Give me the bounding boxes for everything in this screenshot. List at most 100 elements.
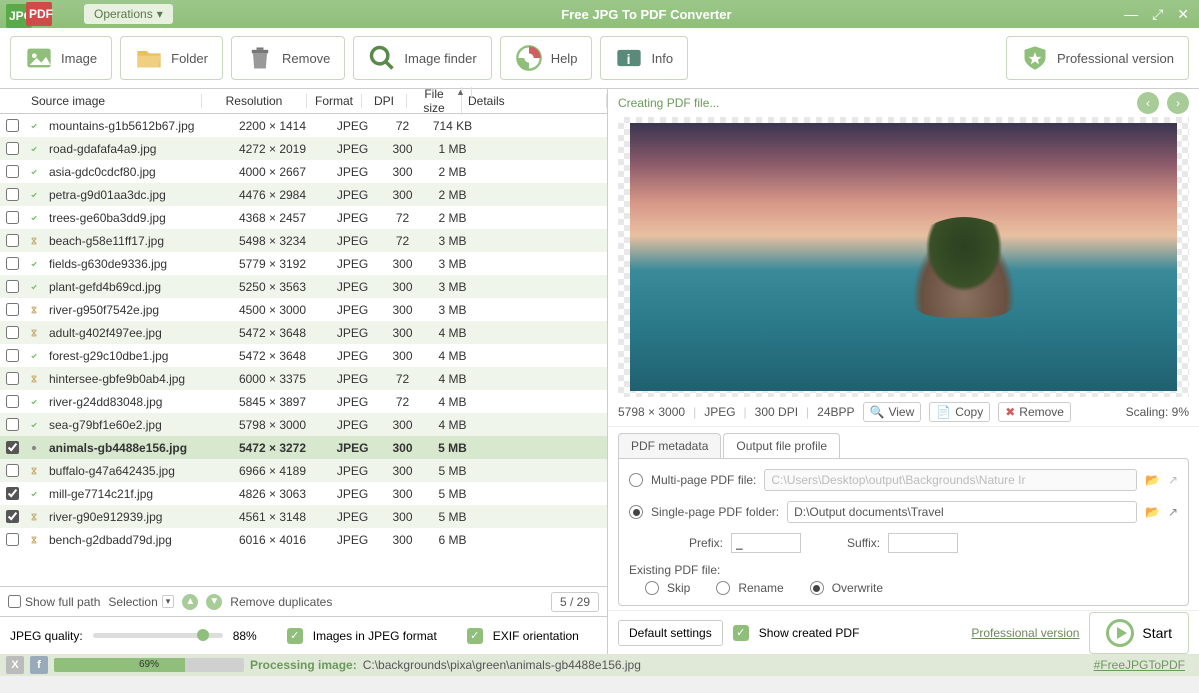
table-row[interactable]: plant-gefd4b69cd.jpg5250 × 3563JPEG3003 …: [0, 275, 607, 298]
row-size: 4 MB: [425, 349, 480, 363]
col-dpi[interactable]: DPI: [362, 94, 407, 108]
browse-multi-icon[interactable]: 📂: [1145, 473, 1160, 487]
facebook-icon[interactable]: f: [30, 656, 48, 674]
page-indicator[interactable]: 5 / 29: [551, 592, 599, 612]
prefix-input[interactable]: [731, 533, 801, 553]
col-resolution[interactable]: Resolution: [202, 94, 307, 108]
table-row[interactable]: river-g90e912939.jpg4561 × 3148JPEG3005 …: [0, 505, 607, 528]
jpeg-format-checkbox[interactable]: ✓: [287, 628, 303, 644]
row-checkbox[interactable]: [6, 234, 19, 247]
col-format[interactable]: Format: [307, 94, 362, 108]
table-row[interactable]: forest-g29c10dbe1.jpg5472 × 3648JPEG3004…: [0, 344, 607, 367]
remove-preview-button[interactable]: ✖Remove: [998, 402, 1071, 422]
single-page-path[interactable]: D:\Output documents\Travel: [787, 501, 1137, 523]
move-down-button[interactable]: ▼: [206, 594, 222, 610]
selection-menu[interactable]: Selection ▾: [108, 595, 174, 609]
suffix-input[interactable]: [888, 533, 958, 553]
row-checkbox[interactable]: [6, 441, 19, 454]
pro-version-link[interactable]: Professional version: [971, 626, 1079, 640]
table-row[interactable]: river-g950f7542e.jpg4500 × 3000JPEG3003 …: [0, 298, 607, 321]
image-finder-button[interactable]: Image finder: [353, 36, 491, 80]
multi-page-radio[interactable]: [629, 473, 643, 487]
row-checkbox[interactable]: [6, 487, 19, 500]
row-format: JPEG: [325, 533, 380, 547]
show-full-path-toggle[interactable]: Show full path: [8, 595, 100, 609]
existing-skip-radio[interactable]: [645, 581, 659, 595]
open-single-icon[interactable]: ↗: [1168, 505, 1178, 519]
view-button[interactable]: 🔍View: [863, 402, 922, 422]
tab-output-profile[interactable]: Output file profile: [723, 433, 840, 458]
row-filename: hintersee-gbfe9b0ab4.jpg: [43, 372, 220, 386]
row-checkbox[interactable]: [6, 349, 19, 362]
row-checkbox[interactable]: [6, 257, 19, 270]
move-up-button[interactable]: ▲: [182, 594, 198, 610]
row-checkbox[interactable]: [6, 303, 19, 316]
table-row[interactable]: adult-g402f497ee.jpg5472 × 3648JPEG3004 …: [0, 321, 607, 344]
row-resolution: 5472 × 3648: [220, 349, 325, 363]
table-row[interactable]: petra-g9d01aa3dc.jpg4476 × 2984JPEG3002 …: [0, 183, 607, 206]
info-button[interactable]: iInfo: [600, 36, 688, 80]
row-checkbox[interactable]: [6, 372, 19, 385]
remove-button[interactable]: Remove: [231, 36, 345, 80]
preview-meta-bar: 5798 × 3000| JPEG| 300 DPI| 24BPP 🔍View …: [608, 397, 1199, 427]
table-row[interactable]: beach-g58e11ff17.jpg5498 × 3234JPEG723 M…: [0, 229, 607, 252]
table-row[interactable]: river-g24dd83048.jpg5845 × 3897JPEG724 M…: [0, 390, 607, 413]
row-checkbox[interactable]: [6, 188, 19, 201]
table-row[interactable]: road-gdafafa4a9.jpg4272 × 2019JPEG3001 M…: [0, 137, 607, 160]
minimize-button[interactable]: —: [1120, 6, 1142, 23]
next-image-button[interactable]: ›: [1167, 92, 1189, 114]
table-row[interactable]: buffalo-g47a642435.jpg6966 × 4189JPEG300…: [0, 459, 607, 482]
row-filename: mountains-g1b5612b67.jpg: [43, 119, 220, 133]
hashtag-link[interactable]: #FreeJPGToPDF: [1094, 658, 1193, 672]
help-button[interactable]: Help: [500, 36, 593, 80]
add-folder-button[interactable]: Folder: [120, 36, 223, 80]
close-button[interactable]: ✕: [1173, 6, 1193, 23]
row-checkbox[interactable]: [6, 142, 19, 155]
existing-rename-radio[interactable]: [716, 581, 730, 595]
table-row[interactable]: sea-g79bf1e60e2.jpg5798 × 3000JPEG3004 M…: [0, 413, 607, 436]
row-checkbox[interactable]: [6, 119, 19, 132]
row-dpi: 72: [380, 395, 425, 409]
tab-pdf-metadata[interactable]: PDF metadata: [618, 433, 721, 458]
row-checkbox[interactable]: [6, 418, 19, 431]
table-row[interactable]: bench-g2dbadd79d.jpg6016 × 4016JPEG3006 …: [0, 528, 607, 551]
start-button[interactable]: Start: [1089, 612, 1189, 654]
row-dpi: 300: [380, 280, 425, 294]
twitter-icon[interactable]: X: [6, 656, 24, 674]
existing-overwrite-radio[interactable]: [810, 581, 824, 595]
table-body[interactable]: mountains-g1b5612b67.jpg2200 × 1414JPEG7…: [0, 114, 607, 586]
table-row[interactable]: animals-gb4488e156.jpg5472 × 3272JPEG300…: [0, 436, 607, 459]
single-page-radio[interactable]: [629, 505, 643, 519]
copy-button[interactable]: 📄Copy: [929, 402, 990, 422]
prev-image-button[interactable]: ‹: [1137, 92, 1159, 114]
row-status-icon: [25, 234, 43, 248]
open-multi-icon[interactable]: ↗: [1168, 473, 1178, 487]
row-checkbox[interactable]: [6, 326, 19, 339]
default-settings-button[interactable]: Default settings: [618, 620, 723, 646]
col-details[interactable]: Details: [462, 94, 607, 108]
table-row[interactable]: asia-gdc0cdcf80.jpg4000 × 2667JPEG3002 M…: [0, 160, 607, 183]
row-checkbox[interactable]: [6, 533, 19, 546]
col-source[interactable]: Source image: [25, 94, 202, 108]
browse-single-icon[interactable]: 📂: [1145, 505, 1160, 519]
operations-menu[interactable]: Operations▾: [84, 4, 173, 24]
exif-checkbox[interactable]: ✓: [467, 628, 483, 644]
table-row[interactable]: mill-ge7714c21f.jpg4826 × 3063JPEG3005 M…: [0, 482, 607, 505]
row-checkbox[interactable]: [6, 165, 19, 178]
table-row[interactable]: hintersee-gbfe9b0ab4.jpg6000 × 3375JPEG7…: [0, 367, 607, 390]
table-row[interactable]: trees-ge60ba3dd9.jpg4368 × 2457JPEG722 M…: [0, 206, 607, 229]
row-checkbox[interactable]: [6, 510, 19, 523]
pro-version-button[interactable]: Professional version: [1006, 36, 1189, 80]
row-checkbox[interactable]: [6, 211, 19, 224]
row-checkbox[interactable]: [6, 464, 19, 477]
table-row[interactable]: mountains-g1b5612b67.jpg2200 × 1414JPEG7…: [0, 114, 607, 137]
jpeg-quality-slider[interactable]: [93, 633, 223, 638]
add-image-button[interactable]: Image: [10, 36, 112, 80]
maximize-button[interactable]: ⤢: [1148, 6, 1167, 23]
row-checkbox[interactable]: [6, 395, 19, 408]
row-checkbox[interactable]: [6, 280, 19, 293]
show-created-pdf-checkbox[interactable]: ✓: [733, 625, 749, 641]
remove-duplicates-button[interactable]: Remove duplicates: [230, 595, 332, 609]
table-row[interactable]: fields-g630de9336.jpg5779 × 3192JPEG3003…: [0, 252, 607, 275]
row-status-icon: [25, 487, 43, 501]
